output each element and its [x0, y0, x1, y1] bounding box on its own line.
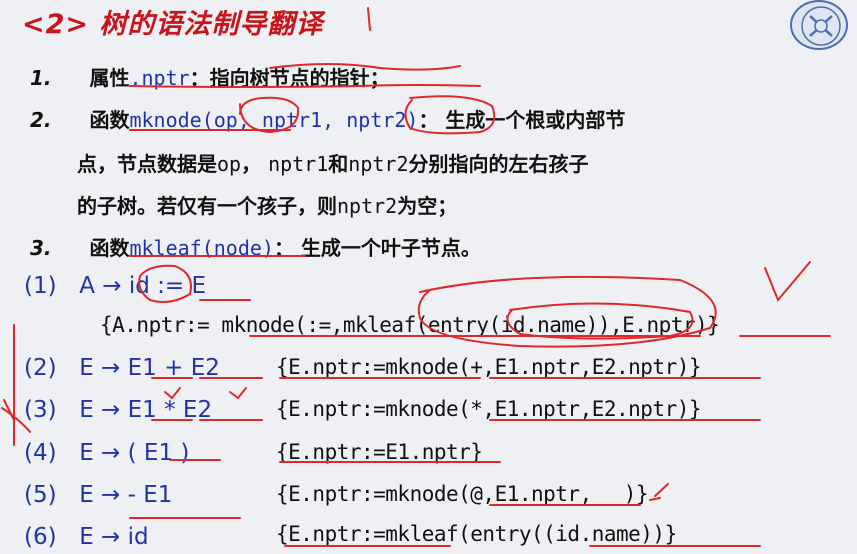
rule-5-semantic: {E.nptr:=mknode(@,E1.nptr,)} [276, 482, 649, 506]
item-code: mknode(op, nptr1, nptr2) [129, 108, 419, 132]
slide-title: <2> 树的语法制导翻译 [22, 9, 324, 40]
rule-production: A → id := E [79, 273, 207, 299]
semantic-text: )} [623, 482, 649, 506]
item-2: 2. 函数mknode(op, nptr1, nptr2)： 生成一个根或内部节 [30, 104, 625, 133]
pen-tick-title [367, 7, 371, 31]
item-code: mkleaf(node) [129, 236, 274, 260]
rule-id: (2) [24, 355, 57, 381]
rule-id: (5) [24, 482, 57, 508]
logo-emblem-icon [801, 6, 841, 46]
item-text: ， [241, 152, 269, 176]
item-text: ：指向树节点的指针； [189, 66, 390, 90]
rule-3-semantic: {E.nptr:=mknode(*,E1.nptr,E2.nptr)} [276, 397, 702, 421]
pen-icon-stroke [649, 483, 669, 501]
rule-production: E → E1 + E2 [79, 355, 220, 381]
item-2-continued: 点，节点数据是op， nptr1和nptr2分别指向的左右孩子 [77, 148, 589, 177]
item-code: nptr2 [348, 152, 409, 176]
item-text: 函数 [89, 108, 130, 132]
rule-1-semantic: {A.nptr:= mknode(:=,mkleaf(entry(id.name… [100, 313, 720, 337]
item-text: 分别指向的左右孩子 [408, 152, 589, 176]
university-logo [790, 0, 848, 50]
rule-6-semantic: {E.nptr:=mkleaf(entry((id.name))} [276, 522, 677, 546]
item-text: 函数 [89, 236, 130, 260]
item-1: 1. 属性.nptr：指向树节点的指针； [30, 62, 390, 91]
pen-arrow-left [3, 324, 15, 446]
rule-1: (1) A → id := E [24, 273, 206, 299]
rule-id: (3) [24, 397, 57, 423]
rule-3: (3) E → E1 * E2 [24, 397, 212, 423]
rule-production: E → E1 * E2 [79, 397, 213, 423]
item-number: 3. [30, 236, 52, 260]
semantic-text: {E.nptr:=mknode(@,E1.nptr, [276, 482, 592, 506]
rule-id: (1) [24, 273, 57, 299]
item-text: 和 [328, 152, 349, 176]
item-text: 的子树。若仅有一个孩子，则 [77, 194, 337, 218]
pen-check [764, 261, 811, 302]
item-2-continued-2: 的子树。若仅有一个孩子，则nptr2为空； [77, 190, 457, 219]
rule-4-semantic: {E.nptr:=E1.nptr} [276, 440, 483, 464]
item-3: 3. 函数mkleaf(node)： 生成一个叶子节点。 [30, 232, 481, 261]
rule-2: (2) E → E1 + E2 [24, 355, 220, 381]
slide: <2> 树的语法制导翻译 1. 属性.nptr：指向树节点的指针； 2. 函数m… [0, 0, 857, 554]
item-code: op [217, 152, 242, 176]
rule-2-semantic: {E.nptr:=mknode(+,E1.nptr,E2.nptr)} [276, 355, 702, 379]
rule-production: E → id [79, 524, 149, 550]
item-text: 点，节点数据是 [77, 152, 217, 176]
item-text: 为空； [397, 194, 458, 218]
item-code: .nptr [129, 66, 190, 90]
item-number: 1. [30, 66, 52, 90]
item-code: nptr1 [268, 152, 329, 176]
item-text: ： 生成一个叶子节点。 [273, 236, 481, 260]
rule-4: (4) E → ( E1 ) [24, 440, 189, 466]
rule-production: E → - E1 [79, 482, 173, 508]
rule-production: E → ( E1 ) [79, 440, 190, 466]
item-text: 属性 [89, 66, 130, 90]
rule-id: (4) [24, 440, 57, 466]
rule-id: (6) [24, 524, 57, 550]
rule-6: (6) E → id [24, 524, 149, 550]
item-code: nptr2 [337, 194, 398, 218]
item-text: ： 生成一个根或内部节 [418, 108, 626, 132]
rule-5: (5) E → - E1 [24, 482, 172, 508]
item-number: 2. [30, 108, 52, 132]
